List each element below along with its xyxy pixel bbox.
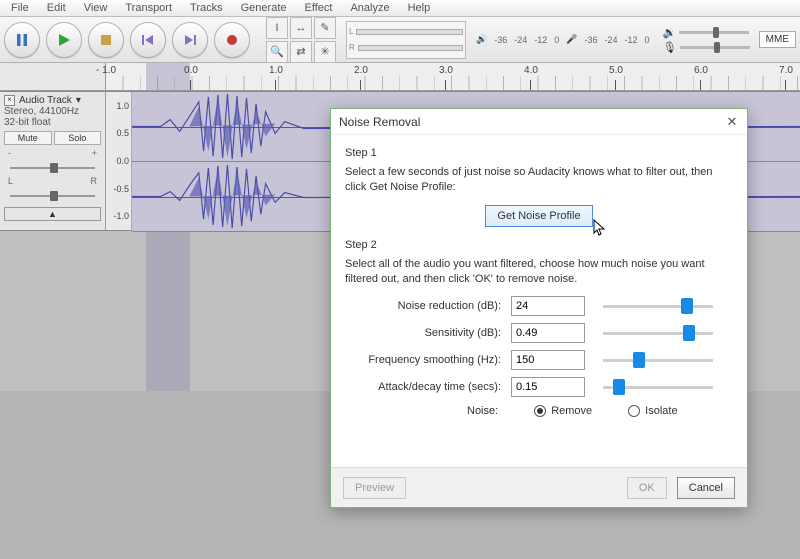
record-button[interactable] <box>214 22 250 58</box>
speaker-icon: 🔊 <box>476 34 487 45</box>
attack-decay-input[interactable] <box>511 377 585 397</box>
pause-button[interactable] <box>4 22 40 58</box>
get-noise-profile-button[interactable]: Get Noise Profile <box>485 205 592 227</box>
menu-view[interactable]: View <box>75 1 117 15</box>
toolbar: I ↔ ✎ 🔍 ⇄ ✳ L R 🔊 -36 -24 -12 0 🎤 -36 -2… <box>0 17 800 63</box>
attack-decay-label: Attack/decay time (secs): <box>345 381 501 393</box>
audio-host-select[interactable]: MME <box>759 31 796 48</box>
frequency-smoothing-input[interactable] <box>511 350 585 370</box>
mic-icon: 🎤 <box>566 34 577 45</box>
input-volume-slider[interactable] <box>680 46 750 49</box>
cursor-icon <box>593 219 607 237</box>
stop-button[interactable] <box>88 22 124 58</box>
ok-button[interactable]: OK <box>627 477 667 499</box>
track-header: × Audio Track ▾ Stereo, 44100Hz 32-bit f… <box>0 92 106 230</box>
solo-button[interactable]: Solo <box>54 131 102 145</box>
step1-header: Step 1 <box>345 147 733 159</box>
speaker-small-icon: 🔉 <box>663 26 677 39</box>
menu-generate[interactable]: Generate <box>232 1 296 15</box>
noise-removal-dialog: Noise Removal ✕ Step 1 Select a few seco… <box>330 108 748 508</box>
edit-tools: I ↔ ✎ 🔍 ⇄ ✳ <box>266 17 336 63</box>
track-menu-arrow-icon[interactable]: ▾ <box>76 95 81 106</box>
multi-tool-icon[interactable]: ✳ <box>314 41 336 63</box>
timeshift-tool-icon[interactable]: ⇄ <box>290 41 312 63</box>
track-close-button[interactable]: × <box>4 95 15 106</box>
draw-tool-icon[interactable]: ✎ <box>314 17 336 39</box>
menu-file[interactable]: File <box>2 1 38 15</box>
frequency-smoothing-label: Frequency smoothing (Hz): <box>345 354 501 366</box>
skip-end-button[interactable] <box>172 22 208 58</box>
amplitude-scale: 1.00.50.0-0.5-1.0 <box>106 92 132 230</box>
pan-slider[interactable] <box>6 189 99 201</box>
track-format: 32-bit float <box>4 117 101 128</box>
menu-analyze[interactable]: Analyze <box>341 1 398 15</box>
output-meter[interactable]: L R <box>346 21 466 59</box>
menu-help[interactable]: Help <box>399 1 440 15</box>
zoom-tool-icon[interactable]: 🔍 <box>266 41 288 63</box>
skip-start-button[interactable] <box>130 22 166 58</box>
cancel-button[interactable]: Cancel <box>677 477 735 499</box>
menu-effect[interactable]: Effect <box>296 1 342 15</box>
dialog-title: Noise Removal <box>339 115 420 129</box>
menu-edit[interactable]: Edit <box>38 1 75 15</box>
noise-reduction-slider[interactable] <box>603 297 713 315</box>
output-volume-slider[interactable] <box>679 31 749 34</box>
menu-transport[interactable]: Transport <box>116 1 181 15</box>
gain-slider[interactable] <box>6 161 99 173</box>
preview-button[interactable]: Preview <box>343 477 406 499</box>
close-icon[interactable]: ✕ <box>725 115 739 129</box>
noise-reduction-input[interactable] <box>511 296 585 316</box>
collapse-button[interactable]: ▲ <box>4 207 101 221</box>
frequency-smoothing-slider[interactable] <box>603 351 713 369</box>
timeline-ruler[interactable]: - 1.0 0.0 1.0 2.0 3.0 4.0 5.0 6.0 7.0 <box>0 63 800 91</box>
step2-text: Select all of the audio you want filtere… <box>345 257 733 287</box>
sensitivity-slider[interactable] <box>603 324 713 342</box>
menu-tracks[interactable]: Tracks <box>181 1 232 15</box>
track-rate: Stereo, 44100Hz <box>4 106 101 117</box>
attack-decay-slider[interactable] <box>603 378 713 396</box>
mic-small-icon: 🎙 <box>663 41 677 54</box>
noise-reduction-label: Noise reduction (dB): <box>345 300 501 312</box>
sensitivity-label: Sensitivity (dB): <box>345 327 501 339</box>
step2-header: Step 2 <box>345 239 733 251</box>
menu-bar: File Edit View Transport Tracks Generate… <box>0 0 800 17</box>
noise-mode-label: Noise: <box>467 405 498 417</box>
mute-button[interactable]: Mute <box>4 131 52 145</box>
play-button[interactable] <box>46 22 82 58</box>
noise-remove-radio[interactable]: Remove <box>534 405 592 417</box>
sensitivity-input[interactable] <box>511 323 585 343</box>
envelope-tool-icon[interactable]: ↔ <box>290 17 312 39</box>
volume-sliders: 🔉 🎙 <box>663 26 754 54</box>
step1-text: Select a few seconds of just noise so Au… <box>345 165 733 195</box>
noise-isolate-radio[interactable]: Isolate <box>628 405 677 417</box>
track-name[interactable]: Audio Track <box>19 95 72 106</box>
playback-meter-scale: 🔊 -36 -24 -12 0 🎤 -36 -24 -12 0 <box>476 34 650 45</box>
selection-tool-icon[interactable]: I <box>266 17 288 39</box>
